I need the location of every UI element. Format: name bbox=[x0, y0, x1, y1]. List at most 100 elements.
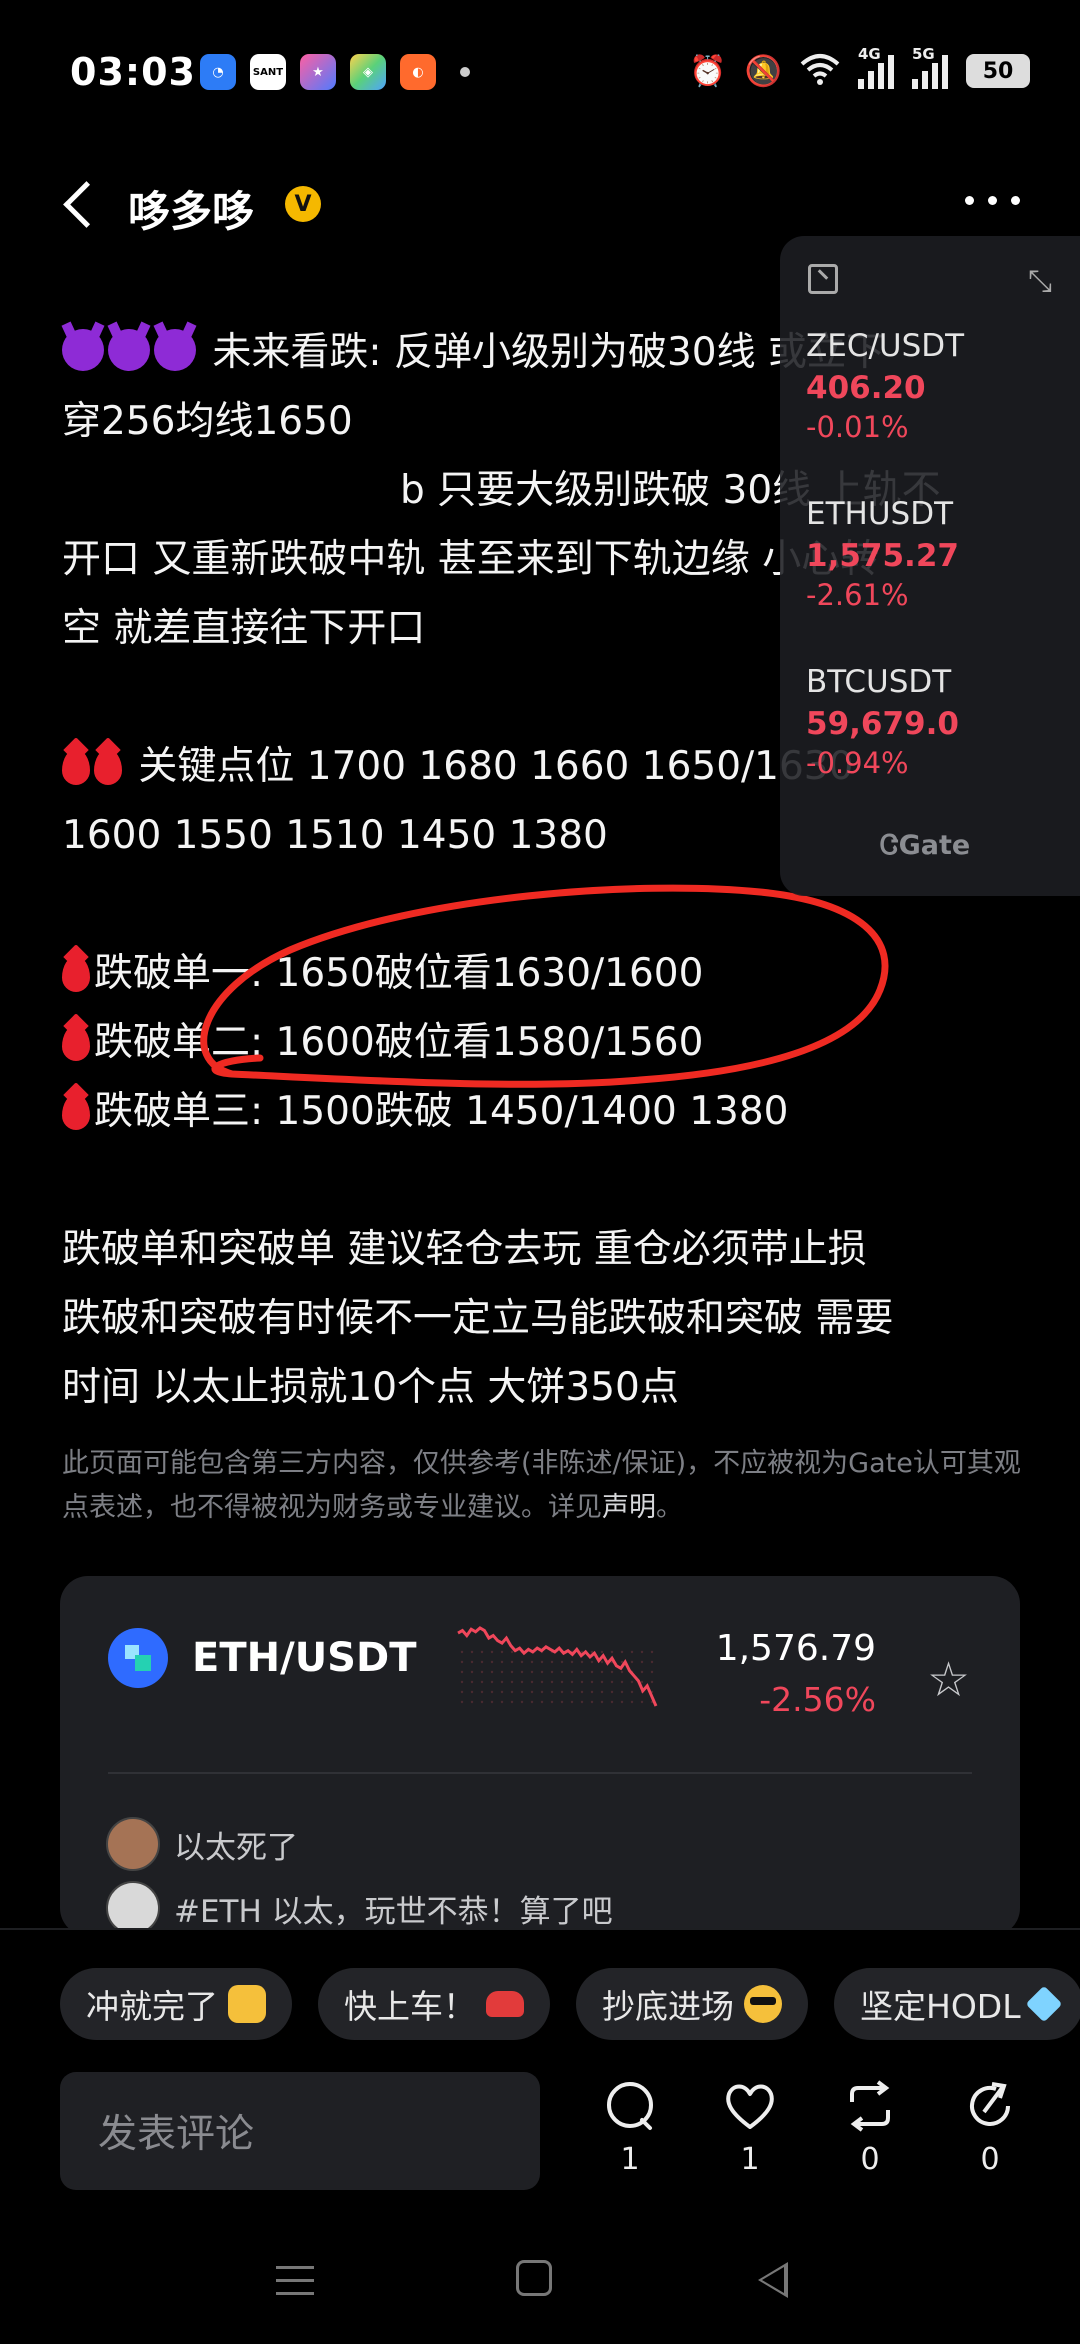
devil-emoji-icon bbox=[154, 329, 196, 371]
reaction-chip[interactable]: 冲就完了 bbox=[60, 1968, 292, 2040]
sparkline-grid-dot bbox=[460, 1690, 464, 1694]
gate-logo: ᏣGate bbox=[880, 830, 971, 861]
sparkline-grid-dot bbox=[470, 1690, 474, 1694]
price-widget[interactable]: ⤡ ZEC/USDT 406.20 -0.01% ETHUSDT 1,575.2… bbox=[780, 236, 1080, 896]
sparkline-grid-dot bbox=[510, 1690, 514, 1694]
favorite-star-icon[interactable]: ☆ bbox=[927, 1656, 970, 1704]
quick-reactions: 冲就完了 快上车！ 抄底进场 坚定HODL bbox=[60, 1968, 1080, 2040]
sparkline-grid-dot bbox=[510, 1650, 514, 1654]
sparkline-grid-dot bbox=[550, 1660, 554, 1664]
reaction-chip[interactable]: 抄底进场 bbox=[576, 1968, 808, 2040]
sparkline-grid-dot bbox=[640, 1680, 644, 1684]
sparkline-grid-dot bbox=[600, 1690, 604, 1694]
sparkline-grid-dot bbox=[650, 1680, 654, 1684]
sparkline-grid-dot bbox=[590, 1700, 594, 1704]
post-line: 跌破单二: 1600破位看1580/1560 bbox=[62, 1008, 1022, 1077]
sparkline-grid-dot bbox=[580, 1700, 584, 1704]
reaction-chip[interactable]: 快上车！ bbox=[318, 1968, 550, 2040]
home-button[interactable] bbox=[516, 2260, 552, 2296]
sparkline-grid-dot bbox=[530, 1660, 534, 1664]
sparkline-grid-dot bbox=[610, 1670, 614, 1674]
sparkline-grid-dot bbox=[460, 1650, 464, 1654]
share-icon bbox=[950, 2076, 1030, 2136]
sparkline-grid-dot bbox=[500, 1650, 504, 1654]
sparkline-grid-dot bbox=[480, 1680, 484, 1684]
widget-ticker[interactable]: BTCUSDT 59,679.0 -0.94% bbox=[806, 664, 1066, 780]
sparkline-grid-dot bbox=[500, 1680, 504, 1684]
sparkline-grid-dot bbox=[490, 1680, 494, 1684]
blood-drop-icon bbox=[62, 956, 90, 992]
sparkline-grid-dot bbox=[610, 1680, 614, 1684]
sparkline-grid-dot bbox=[530, 1670, 534, 1674]
disclaimer: 此页面可能包含第三方内容，仅供参考(非陈述/保证)，不应被视为Gate认可其观点… bbox=[62, 1448, 1021, 1523]
system-back-button[interactable] bbox=[758, 2262, 788, 2298]
disclaimer-link[interactable]: 声明 bbox=[602, 1492, 656, 1523]
comment-button[interactable]: 1 bbox=[590, 2076, 670, 2177]
post-line: 时间 以太止损就10个点 大饼350点 bbox=[62, 1365, 679, 1410]
sparkline-grid-dot bbox=[550, 1670, 554, 1674]
sparkline-grid-dot bbox=[620, 1680, 624, 1684]
market-card[interactable]: ETH/USDT 1,576.79 -2.56% ☆ 以太死了 #ETH 以太，… bbox=[60, 1576, 1020, 1936]
sparkline-grid-dot bbox=[570, 1700, 574, 1704]
sparkline-grid-dot bbox=[510, 1670, 514, 1674]
expand-icon[interactable] bbox=[808, 264, 838, 294]
mute-icon: 🔕 bbox=[744, 53, 782, 89]
sparkline-grid-dot bbox=[520, 1660, 524, 1664]
post-line: 跌破单和突破单 建议轻仓去玩 重仓必须带止损 bbox=[62, 1227, 867, 1272]
app-notification-icon: ◈ bbox=[350, 54, 386, 90]
sparkline-grid-dot bbox=[550, 1680, 554, 1684]
heart-icon bbox=[710, 2076, 790, 2136]
sparkline-grid-dot bbox=[490, 1670, 494, 1674]
sparkline-grid-dot bbox=[460, 1660, 464, 1664]
sparkline-grid-dot bbox=[620, 1670, 624, 1674]
sparkline-grid-dot bbox=[540, 1690, 544, 1694]
sparkline-grid-dot bbox=[590, 1680, 594, 1684]
sparkline-grid-dot bbox=[620, 1690, 624, 1694]
sparkline-grid-dot bbox=[550, 1700, 554, 1704]
card-pair[interactable]: ETH/USDT bbox=[192, 1628, 416, 1688]
divider bbox=[108, 1772, 972, 1774]
car-emoji-icon bbox=[486, 1991, 524, 2017]
sparkline-grid-dot bbox=[470, 1670, 474, 1674]
sparkline-grid-dot bbox=[650, 1660, 654, 1664]
recent-apps-button[interactable] bbox=[276, 2266, 314, 2305]
sparkline-grid-dot bbox=[460, 1700, 464, 1704]
sparkline-grid-dot bbox=[580, 1670, 584, 1674]
share-button[interactable]: 0 bbox=[950, 2076, 1030, 2177]
sparkline-grid-dot bbox=[630, 1690, 634, 1694]
sparkline-grid-dot bbox=[560, 1670, 564, 1674]
page-title[interactable]: 哆多哆 bbox=[128, 178, 254, 239]
collapse-icon[interactable]: ⤡ bbox=[1028, 264, 1052, 299]
sparkline-grid-dot bbox=[560, 1680, 564, 1684]
sparkline-grid-dot bbox=[610, 1650, 614, 1654]
sparkline-grid-dot bbox=[580, 1680, 584, 1684]
sparkline-grid-dot bbox=[600, 1700, 604, 1704]
sparkline-grid-dot bbox=[490, 1700, 494, 1704]
card-price: 1,576.79 bbox=[715, 1628, 876, 1669]
app-notification-icon: ★ bbox=[300, 54, 336, 90]
reaction-chip[interactable]: 坚定HODL bbox=[834, 1968, 1080, 2040]
blood-drop-icon bbox=[62, 1025, 90, 1061]
sparkline-grid-dot bbox=[630, 1660, 634, 1664]
sparkline-grid-dot bbox=[480, 1660, 484, 1664]
more-options-button[interactable] bbox=[965, 196, 1020, 205]
sparkline-grid-dot bbox=[540, 1680, 544, 1684]
sparkline-grid-dot bbox=[520, 1690, 524, 1694]
app-notification-icon: SANT bbox=[250, 54, 286, 90]
sparkline-grid-dot bbox=[490, 1690, 494, 1694]
sparkline-grid-dot bbox=[500, 1690, 504, 1694]
widget-ticker[interactable]: ETHUSDT 1,575.27 -2.61% bbox=[806, 496, 1066, 612]
repost-button[interactable]: 0 bbox=[830, 2076, 910, 2177]
sparkline-grid-dot bbox=[610, 1700, 614, 1704]
sparkline-grid-dot bbox=[480, 1670, 484, 1674]
comment-icon bbox=[590, 2076, 670, 2136]
sparkline-grid-dot bbox=[640, 1660, 644, 1664]
widget-ticker[interactable]: ZEC/USDT 406.20 -0.01% bbox=[806, 328, 1066, 444]
sparkline-grid-dot bbox=[530, 1690, 534, 1694]
comment-preview[interactable]: 以太死了 bbox=[106, 1816, 298, 1872]
sparkline-grid-dot bbox=[520, 1700, 524, 1704]
post-line: 跌破单一: 1650破位看1630/1600 bbox=[62, 939, 1022, 1008]
comment-input[interactable]: 发表评论 bbox=[60, 2072, 540, 2190]
like-button[interactable]: 1 bbox=[710, 2076, 790, 2177]
back-button[interactable] bbox=[60, 178, 100, 228]
